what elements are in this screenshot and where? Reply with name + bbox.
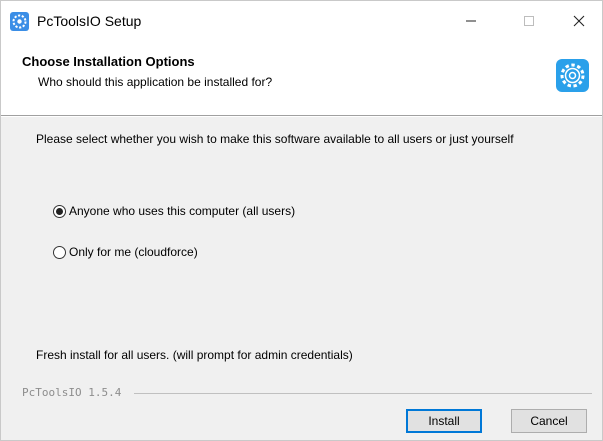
install-status-text: Fresh install for all users. (will promp…	[36, 348, 353, 362]
radio-button-only-me[interactable]	[53, 245, 66, 259]
option-only-me-label: Only for me (cloudforce)	[69, 245, 198, 259]
brand-label: PcToolsIO 1.5.4	[22, 386, 122, 399]
cancel-button[interactable]: Cancel	[511, 409, 587, 433]
title-bar: PcToolsIO Setup	[1, 1, 602, 41]
radio-selected-dot	[56, 207, 63, 215]
page-title: Choose Installation Options	[22, 54, 195, 69]
maximize-button[interactable]	[504, 1, 554, 41]
page-subtitle: Who should this application be installed…	[38, 75, 273, 89]
radio-button-all-users[interactable]	[53, 204, 66, 218]
header-divider-highlight	[1, 116, 602, 117]
close-button[interactable]	[554, 1, 603, 41]
app-gear-icon	[10, 12, 29, 31]
footer-divider	[134, 393, 592, 394]
header-gear-icon	[556, 59, 589, 92]
header-panel: Choose Installation Options Who should t…	[1, 41, 602, 115]
installer-window: PcToolsIO Setup Choose Installation Opti…	[0, 0, 603, 441]
description-text: Please select whether you wish to make t…	[36, 132, 514, 146]
window-title: PcToolsIO Setup	[37, 13, 142, 29]
option-all-users-label: Anyone who uses this computer (all users…	[69, 204, 296, 218]
install-button[interactable]: Install	[406, 409, 482, 433]
option-only-me[interactable]: Only for me (cloudforce)	[53, 245, 198, 259]
minimize-button[interactable]	[446, 1, 496, 41]
option-all-users[interactable]: Anyone who uses this computer (all users…	[53, 204, 295, 218]
